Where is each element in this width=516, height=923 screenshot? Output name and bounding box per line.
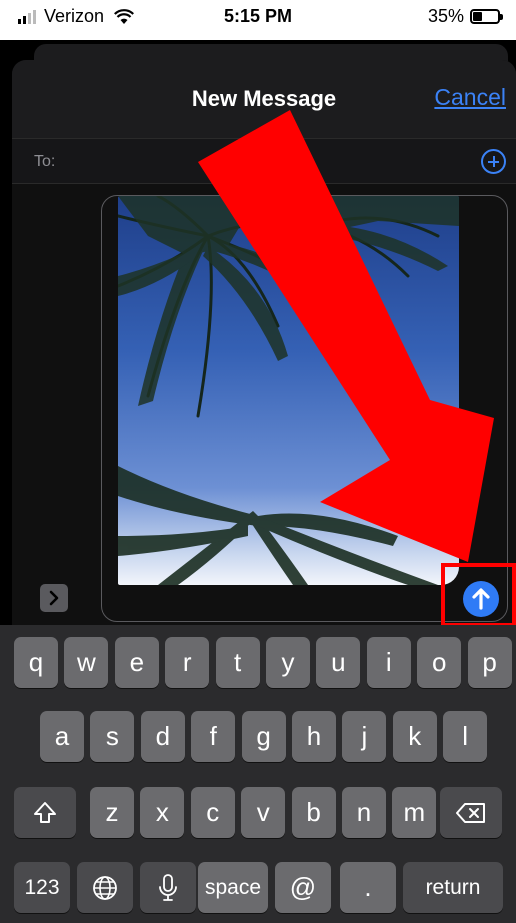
numbers-key-label: 123 (24, 875, 60, 899)
key-n-label: n (356, 797, 372, 827)
key-x-label: x (155, 797, 169, 827)
key-e-label: e (129, 647, 145, 677)
key-m-label: m (403, 797, 426, 827)
key-u[interactable]: u (316, 637, 361, 688)
key-t[interactable]: t (215, 637, 260, 688)
key-i-label: i (385, 647, 392, 677)
key-a-label: a (54, 721, 70, 751)
to-label: To: (34, 153, 56, 170)
shift-key[interactable] (14, 787, 76, 838)
key-t-label: t (233, 647, 242, 677)
key-e[interactable]: e (114, 637, 159, 688)
microphone-icon (159, 873, 177, 901)
key-r[interactable]: r (165, 637, 210, 688)
key-l-label: l (462, 721, 469, 751)
key-n[interactable]: n (342, 787, 386, 838)
key-m[interactable]: m (392, 787, 437, 838)
key-v-label: v (256, 797, 270, 827)
palm-tree-image (118, 196, 459, 585)
key-u-label: u (331, 647, 346, 677)
space-key[interactable]: space (198, 862, 268, 913)
key-v[interactable]: v (241, 787, 286, 838)
key-j-label: j (361, 721, 368, 751)
battery-icon (470, 9, 503, 24)
cancel-button[interactable]: Cancel (434, 84, 506, 111)
key-w-label: w (77, 647, 96, 677)
key-r-label: r (182, 647, 192, 677)
key-d[interactable]: d (140, 711, 185, 762)
key-z[interactable]: z (90, 787, 134, 838)
key-k[interactable]: k (392, 711, 437, 762)
key-o[interactable]: o (417, 637, 462, 688)
key-j[interactable]: j (342, 711, 387, 762)
key-y-label: y (281, 647, 295, 677)
shift-icon (34, 801, 56, 823)
recipient-field[interactable]: To: (12, 138, 516, 184)
key-p-label: p (482, 647, 497, 677)
key-i[interactable]: i (366, 637, 411, 688)
key-b[interactable]: b (291, 787, 336, 838)
period-key[interactable]: . (340, 862, 396, 913)
key-k-label: k (408, 721, 422, 751)
key-p[interactable]: p (467, 637, 512, 688)
key-w[interactable]: w (64, 637, 109, 688)
key-b-label: b (306, 797, 321, 827)
key-y[interactable]: y (266, 637, 310, 688)
status-bar: Verizon 5:15 PM 35% (0, 0, 516, 40)
header: New Message Cancel (12, 60, 516, 138)
key-f-label: f (209, 721, 217, 751)
key-d-label: d (155, 721, 171, 751)
annotation-highlight (441, 563, 516, 627)
key-l[interactable]: l (443, 711, 488, 762)
delete-key[interactable] (440, 787, 502, 838)
key-s[interactable]: s (90, 711, 135, 762)
expand-apps-button[interactable] (40, 584, 68, 612)
key-h[interactable]: h (292, 711, 336, 762)
key-o-label: o (431, 647, 447, 677)
key-x[interactable]: x (140, 787, 185, 838)
key-c[interactable]: c (190, 787, 235, 838)
numbers-key[interactable]: 123 (14, 862, 70, 913)
at-key-label: @ (289, 872, 317, 902)
key-q[interactable]: q (14, 637, 58, 688)
period-key-label: . (364, 872, 372, 902)
key-g-label: g (256, 721, 271, 751)
key-g[interactable]: g (241, 711, 286, 762)
key-s-label: s (105, 721, 119, 751)
globe-key[interactable] (77, 862, 133, 913)
chevron-right-icon (49, 590, 59, 606)
key-q-label: q (28, 647, 44, 677)
battery-percent: 35% (427, 6, 464, 26)
status-right: 35% (427, 6, 503, 27)
return-key-label: return (425, 875, 481, 899)
dictation-key[interactable] (140, 862, 196, 913)
return-key[interactable]: return (403, 862, 503, 913)
at-key[interactable]: @ (275, 862, 331, 913)
key-a[interactable]: a (40, 711, 84, 762)
add-contact-button[interactable] (481, 149, 506, 174)
key-f[interactable]: f (191, 711, 236, 762)
key-z-label: z (105, 797, 119, 827)
globe-icon (93, 875, 117, 900)
key-h-label: h (306, 721, 322, 751)
photo-attachment[interactable] (118, 196, 459, 585)
key-c-label: c (206, 797, 220, 827)
battery-level (473, 12, 483, 21)
backspace-icon (456, 802, 485, 823)
space-key-label: space (204, 875, 262, 899)
